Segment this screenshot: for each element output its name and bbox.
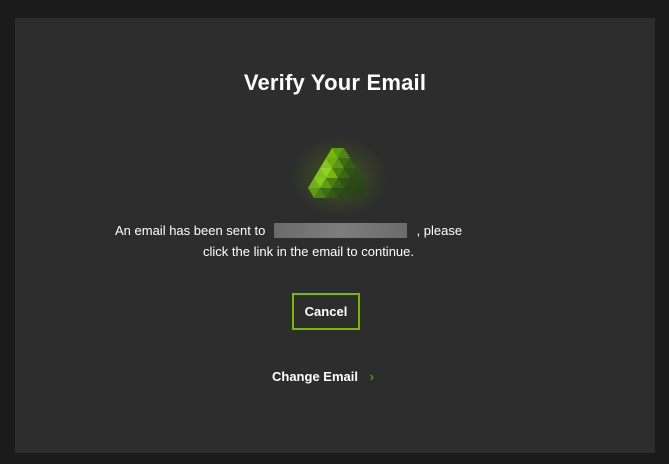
logo-graphic [308, 148, 368, 198]
dialog-title: Verify Your Email [243, 70, 427, 95]
message-prefix: An email has been sent to [115, 223, 266, 239]
change-email-link[interactable]: Change Email › [272, 369, 374, 384]
message-suffix: , please [416, 223, 463, 239]
triangle-logo-icon [290, 136, 388, 218]
email-sent-message-line2: click the link in the email to continue. [203, 244, 414, 259]
email-sent-message: An email has been sent to , please [115, 222, 463, 239]
change-email-label: Change Email [272, 369, 358, 384]
chevron-right-icon: › [369, 369, 374, 384]
redacted-email [273, 223, 407, 239]
cancel-button[interactable]: Cancel [292, 293, 360, 330]
